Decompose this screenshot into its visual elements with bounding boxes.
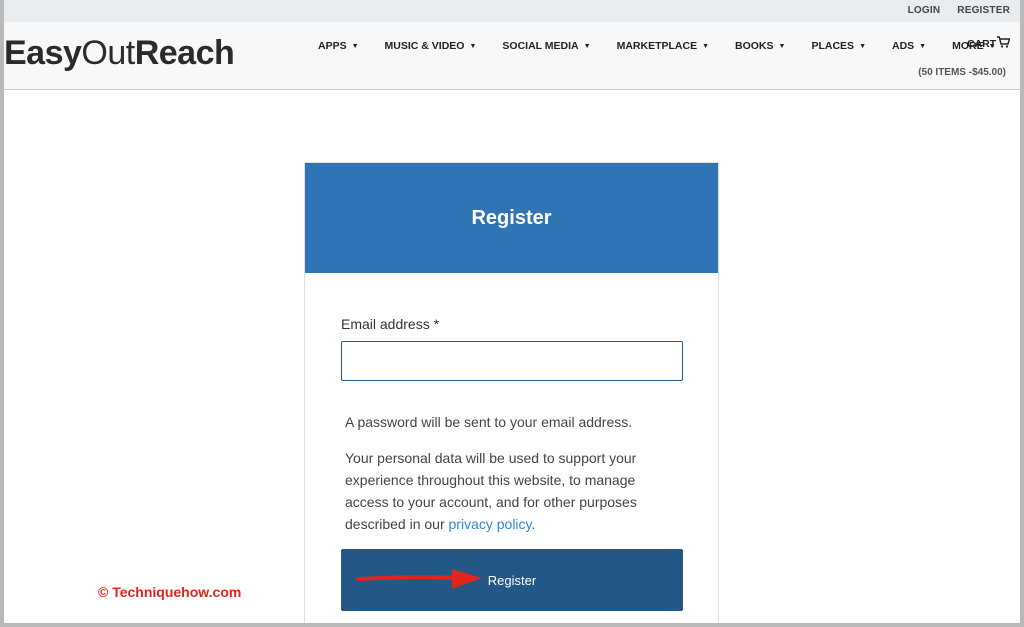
nav-item-marketplace[interactable]: MARKETPLACE ▼ [617,40,709,52]
caret-down-icon: ▼ [469,42,477,50]
site-logo[interactable]: EasyOutReach [4,34,235,73]
cart-link[interactable]: CART [967,36,1011,50]
watermark-text: © Techniquehow.com [98,584,242,600]
cart-label: CART [967,38,997,50]
cart-summary: (50 ITEMS -$45.00) [918,67,1006,78]
nav-label: MUSIC & VIDEO [384,40,465,52]
nav-item-music-video[interactable]: MUSIC & VIDEO ▼ [385,40,477,52]
email-label: Email address * [341,316,440,332]
nav-label: ADS [892,40,915,52]
nav-label: BOOKS [735,40,774,52]
caret-down-icon: ▼ [351,42,359,50]
register-card: Register Email address * A password will… [304,162,719,623]
nav-item-apps[interactable]: APPS ▼ [318,40,359,52]
password-note: A password will be sent to your email ad… [345,414,633,430]
register-card-header: Register [305,163,718,273]
login-link[interactable]: LOGIN [908,5,941,16]
site-header: EasyOutReach APPS ▼ MUSIC & VIDEO ▼ SOCIAL… [4,22,1020,90]
red-arrow-annotation [356,569,482,589]
logo-reach: Reach [134,34,235,72]
nav-label: SOCIAL MEDIA [502,40,579,52]
register-title: Register [471,206,552,229]
nav-label: MARKETPLACE [616,40,698,52]
top-utility-bar: LOGIN REGISTER [4,0,1020,22]
caret-down-icon: ▼ [919,42,927,50]
privacy-end: . [531,516,536,532]
caret-down-icon: ▼ [583,42,591,50]
browser-viewport: LOGIN REGISTER EasyOutReach APPS ▼ MUSIC … [4,0,1020,623]
logo-out: Out [81,34,135,72]
nav-label: APPS [318,40,347,52]
privacy-policy-link[interactable]: privacy policy [449,516,532,532]
nav-item-ads[interactable]: ADS ▼ [892,40,926,52]
email-input[interactable] [341,341,683,381]
nav-item-books[interactable]: BOOKS ▼ [735,40,785,52]
nav-item-social-media[interactable]: SOCIAL MEDIA ▼ [502,40,590,52]
nav-label: PLACES [811,40,855,52]
nav-item-places[interactable]: PLACES ▼ [811,40,866,52]
caret-down-icon: ▼ [859,42,866,50]
main-nav: APPS ▼ MUSIC & VIDEO ▼ SOCIAL MEDIA ▼ MARKE… [318,40,1020,52]
caret-down-icon: ▼ [702,42,710,50]
logo-easy: Easy [4,34,82,72]
shopping-cart-icon [997,36,1011,48]
caret-down-icon: ▼ [778,42,786,50]
register-link[interactable]: REGISTER [957,5,1010,16]
privacy-notice: Your personal data will be used to suppo… [345,447,675,535]
